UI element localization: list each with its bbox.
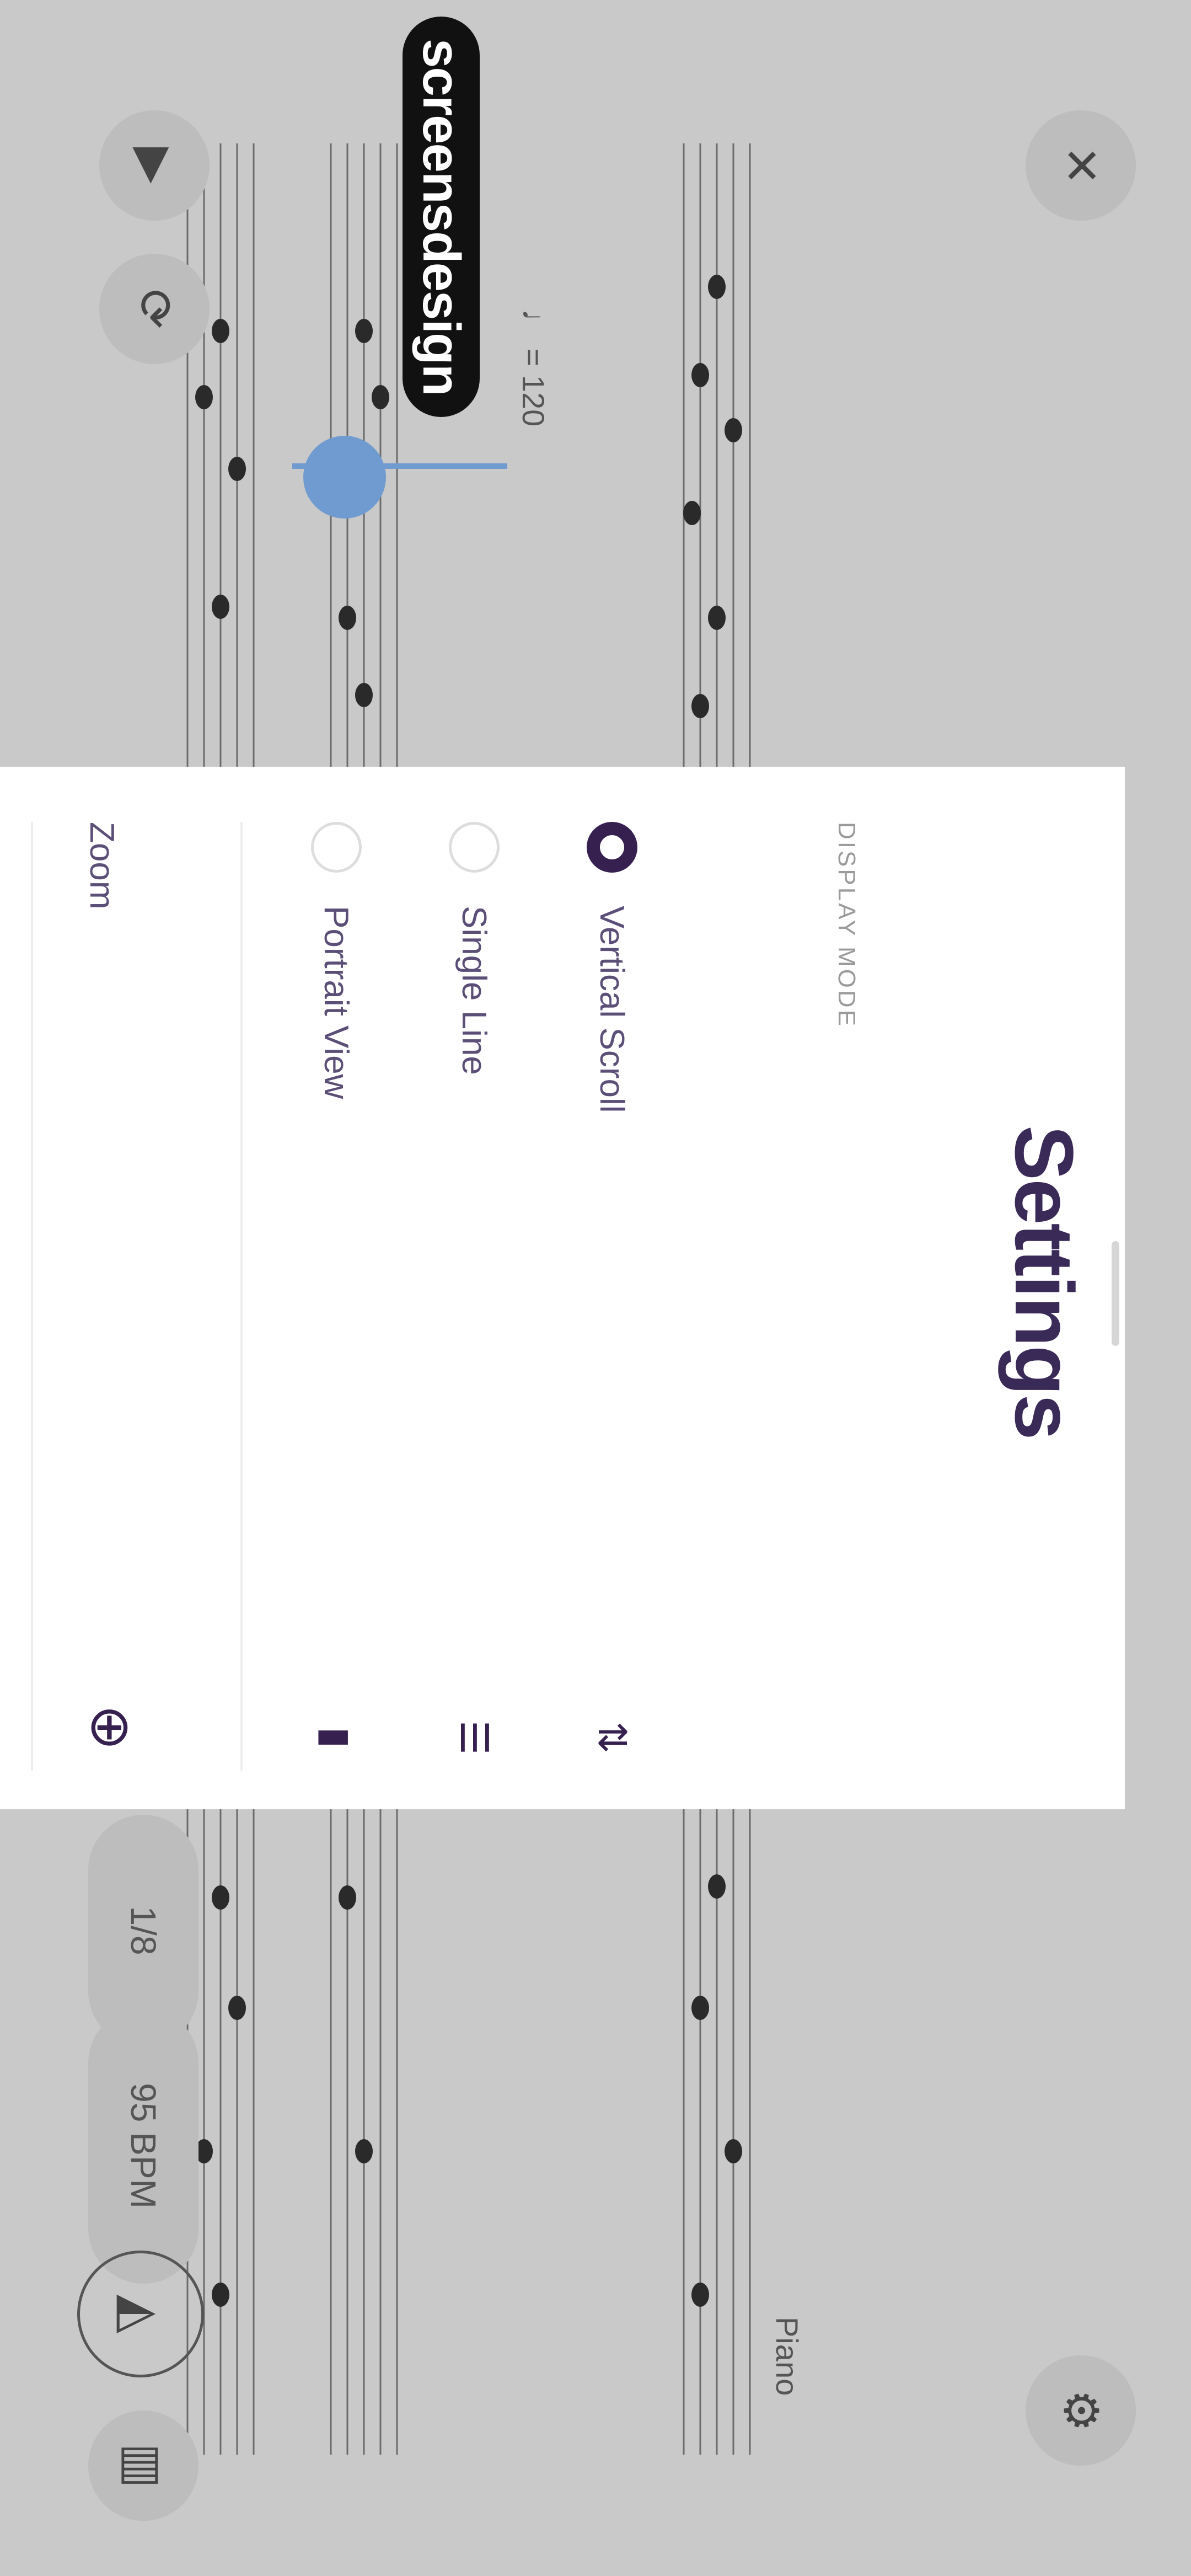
piano-button[interactable]: ▥ (88, 2411, 198, 2521)
radio-selected[interactable] (587, 822, 637, 873)
loop-button[interactable]: ⟳ (99, 254, 210, 364)
display-option-single-line[interactable]: Single Line (447, 822, 502, 1075)
divider (240, 822, 243, 1771)
app-stage: screensdesign ▶ ⟳ ✕ ⚙ ♩ = 120 Piano 1/8 … (0, 0, 1191, 2576)
display-mode-section-label: DISPLAY MODE (833, 822, 860, 1029)
zoom-label: Zoom (83, 822, 121, 910)
close-icon: ✕ (1054, 145, 1107, 186)
settings-title: Settings (998, 1125, 1091, 1439)
single-line-icon: ☰ (453, 1720, 496, 1755)
playhead-handle[interactable] (303, 436, 386, 519)
piano-icon: ▥ (117, 2443, 170, 2488)
play-icon: ▶ (128, 147, 181, 184)
tempo-mark: ♩ = 120 (516, 309, 551, 427)
metronome-icon: ◭ (112, 2294, 169, 2334)
close-button[interactable]: ✕ (1026, 110, 1136, 221)
metronome-button[interactable]: ◭ (77, 2251, 204, 2377)
settings-button[interactable]: ⚙ (1026, 2355, 1136, 2466)
sheet-grabber[interactable] (1112, 1241, 1119, 1346)
zoom-in-icon[interactable]: ⊕ (79, 1704, 143, 1751)
display-option-vertical-scroll[interactable]: Vertical Scroll (584, 822, 640, 1113)
vertical-scroll-icon: ⇅ (591, 1721, 634, 1754)
display-option-portrait-view[interactable]: Portrait View (309, 822, 364, 1099)
playhead-line (292, 463, 507, 469)
brand-logo: screensdesign (403, 17, 480, 418)
part-name: Piano (770, 2317, 804, 2396)
gear-icon: ⚙ (1054, 2389, 1107, 2432)
display-option-label: Vertical Scroll (593, 906, 631, 1113)
radio-unselected[interactable] (311, 822, 362, 873)
play-button[interactable]: ▶ (99, 110, 210, 221)
display-option-label: Portrait View (317, 906, 356, 1099)
radio-unselected[interactable] (449, 822, 500, 873)
portrait-view-icon: ▮ (315, 1727, 358, 1749)
divider (31, 822, 33, 1771)
tempo-chip[interactable]: 95 BPM (88, 2008, 198, 2284)
display-option-label: Single Line (455, 906, 493, 1075)
loop-icon: ⟳ (128, 288, 181, 329)
settings-panel: Settings DISPLAY MODE Vertical Scroll ⇅ … (0, 767, 1125, 1809)
